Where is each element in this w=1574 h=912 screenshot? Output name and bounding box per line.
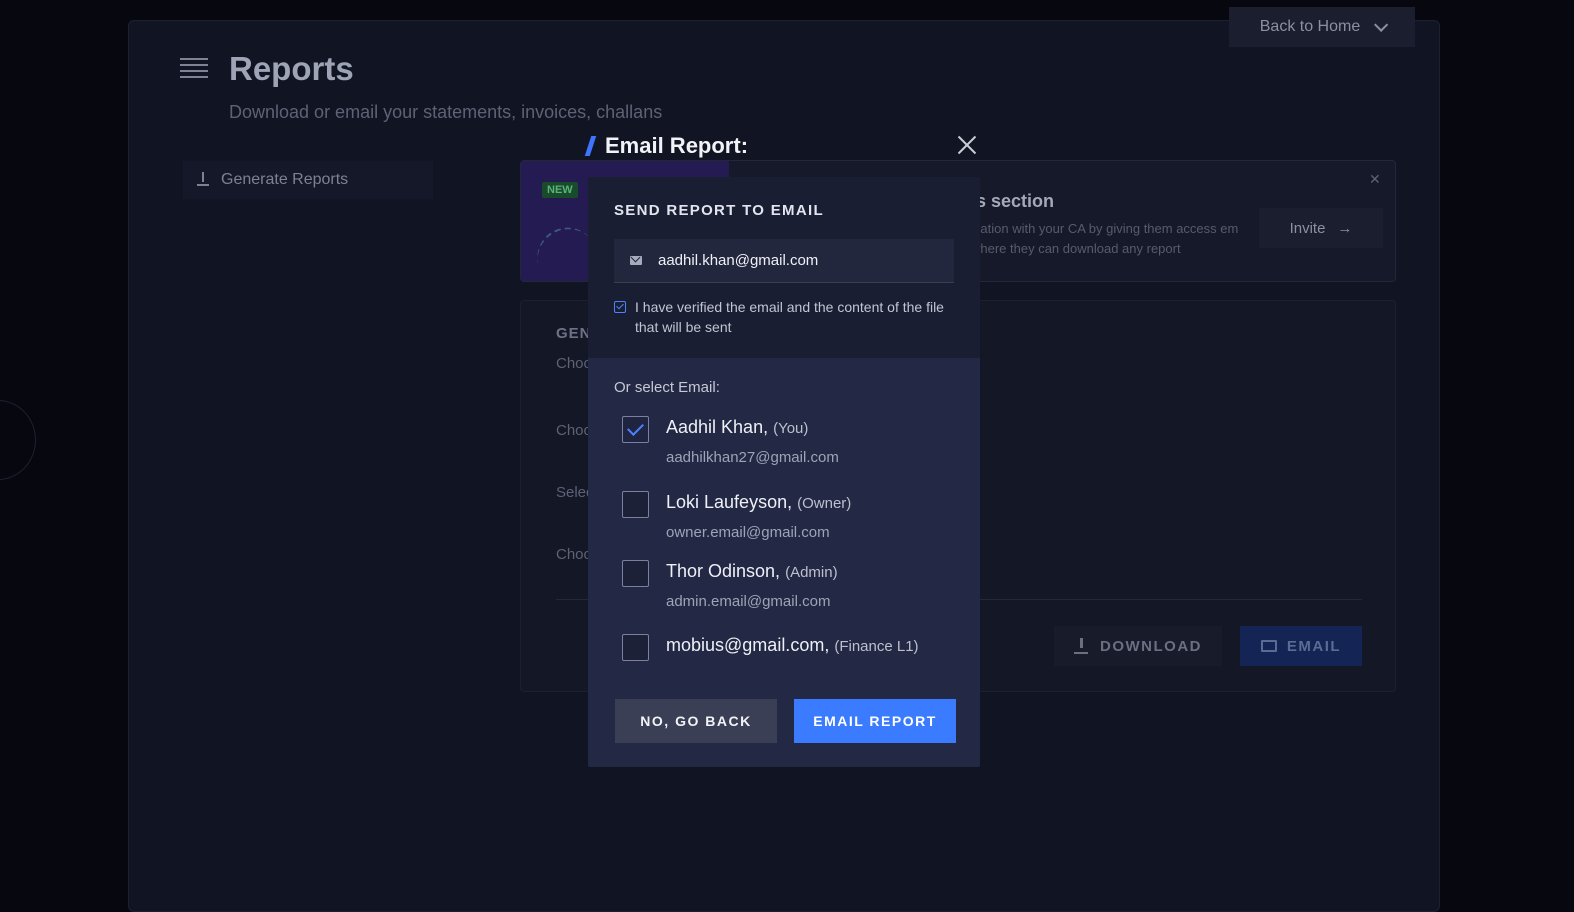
option-role: (Finance L1) — [834, 638, 919, 655]
field-label: Choo — [556, 422, 592, 439]
invite-button[interactable]: Invite → — [1259, 208, 1383, 248]
email-label: EMAIL — [1286, 637, 1342, 655]
option-checkbox[interactable] — [622, 560, 649, 587]
option-name: Loki Laufeyson, (Owner) — [666, 492, 852, 512]
close-icon[interactable] — [956, 134, 978, 156]
page-title: Reports — [229, 50, 354, 87]
page-subtitle: Download or email your statements, invoi… — [229, 102, 663, 122]
verify-checkbox[interactable] — [614, 301, 626, 313]
close-icon[interactable]: ✕ — [1369, 171, 1381, 188]
back-to-home-button[interactable]: Back to Home — [1229, 7, 1415, 47]
generate-title: GEN — [556, 325, 592, 342]
option-email: admin.email@gmail.com — [666, 593, 831, 610]
invite-label: Invite — [1289, 219, 1326, 237]
field-label: Choo — [556, 355, 592, 372]
download-button[interactable]: DOWNLOAD — [1054, 626, 1222, 666]
chevron-down-icon — [1374, 17, 1389, 32]
verify-row: I have verified the email and the conten… — [614, 297, 954, 337]
email-input[interactable] — [658, 252, 954, 269]
new-badge: NEW — [542, 182, 578, 198]
option-checkbox[interactable] — [622, 416, 649, 443]
arrow-icon — [527, 217, 595, 271]
select-email-title: Or select Email: — [614, 379, 720, 396]
email-report-modal: SEND REPORT TO EMAIL I have verified the… — [588, 177, 980, 767]
option-name: Aadhil Khan, (You) — [666, 417, 809, 437]
field-label: Choo — [556, 546, 592, 563]
option-role: (You) — [773, 420, 809, 437]
menu-icon[interactable] — [180, 58, 208, 80]
sidebar-item-label: Generate Reports — [221, 171, 349, 188]
arrow-right-icon: → — [1337, 219, 1353, 237]
envelope-icon — [1260, 640, 1277, 652]
go-back-button[interactable]: NO, GO BACK — [615, 699, 777, 743]
option-name: Thor Odinson, (Admin) — [666, 561, 838, 581]
email-field-wrapper — [614, 239, 954, 283]
promo-title: is section — [971, 191, 1055, 211]
option-email: aadhilkhan27@gmail.com — [666, 449, 839, 466]
back-to-home-label: Back to Home — [1259, 18, 1361, 35]
option-checkbox[interactable] — [622, 491, 649, 518]
verify-text: I have verified the email and the conten… — [635, 299, 944, 335]
option-name: mobius@gmail.com, (Finance L1) — [666, 635, 919, 655]
decorative-circle — [0, 400, 36, 480]
promo-text: ication with your CA by giving them acce… — [971, 221, 1239, 256]
mail-icon — [630, 256, 642, 265]
modal-title: Email Report: — [605, 133, 749, 158]
modal-header: Email Report: — [584, 130, 980, 162]
option-role: (Admin) — [785, 564, 838, 581]
download-icon — [1074, 638, 1088, 654]
email-report-button[interactable]: EMAIL REPORT — [794, 699, 956, 743]
option-role: (Owner) — [797, 495, 852, 512]
send-report-section: SEND REPORT TO EMAIL I have verified the… — [588, 177, 980, 358]
download-icon — [197, 172, 209, 186]
download-label: DOWNLOAD — [1100, 637, 1202, 655]
option-email: owner.email@gmail.com — [666, 524, 830, 541]
email-button[interactable]: EMAIL — [1240, 626, 1362, 666]
sidebar-item-generate-reports[interactable]: Generate Reports — [183, 161, 433, 199]
send-report-title: SEND REPORT TO EMAIL — [614, 202, 824, 219]
option-checkbox[interactable] — [622, 634, 649, 661]
